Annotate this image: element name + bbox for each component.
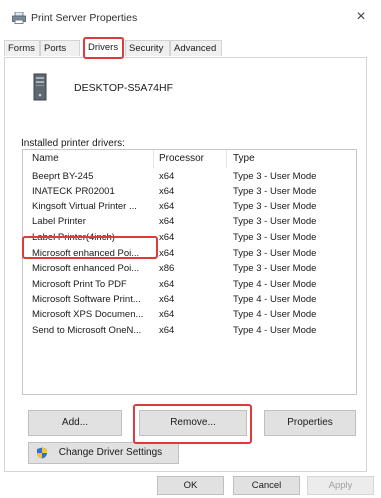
driver-type: Type 4 - User Mode	[233, 294, 317, 305]
driver-processor: x64	[159, 186, 175, 197]
driver-name: Microsoft enhanced Poi...	[32, 263, 140, 274]
driver-name: INATECK PR02001	[32, 186, 115, 197]
drivers-list[interactable]: Name Processor Type Beeprt BY-245 x64 Ty…	[22, 149, 357, 395]
driver-processor: x64	[159, 325, 175, 336]
driver-name: Label Printer	[32, 216, 86, 227]
ok-button[interactable]: OK	[157, 476, 224, 495]
driver-name: Microsoft XPS Documen...	[32, 309, 144, 320]
properties-button[interactable]: Properties	[264, 410, 356, 436]
tab-advanced[interactable]: Advanced	[170, 40, 222, 56]
driver-type: Type 4 - User Mode	[233, 325, 317, 336]
driver-type: Type 3 - User Mode	[233, 171, 317, 182]
driver-processor: x64	[159, 294, 175, 305]
column-header-name[interactable]: Name	[32, 153, 59, 164]
driver-name: Microsoft Print To PDF	[32, 279, 127, 290]
driver-name: Kingsoft Virtual Printer ...	[32, 201, 137, 212]
column-header-type[interactable]: Type	[233, 153, 255, 164]
annotation-box-drivers-tab	[83, 37, 124, 59]
driver-row[interactable]: Microsoft Software Print... x64 Type 4 -…	[23, 293, 356, 308]
close-button[interactable]: ×	[349, 6, 373, 28]
driver-processor: x86	[159, 263, 175, 274]
driver-name: Send to Microsoft OneN...	[32, 325, 142, 336]
column-header-processor[interactable]: Processor	[159, 153, 204, 164]
driver-type: Type 3 - User Mode	[233, 201, 317, 212]
list-header: Name Processor Type	[23, 150, 356, 168]
driver-row[interactable]: Microsoft XPS Documen... x64 Type 4 - Us…	[23, 308, 356, 323]
installed-drivers-label: Installed printer drivers:	[21, 138, 125, 149]
driver-processor: x64	[159, 248, 175, 259]
change-driver-settings-button[interactable]: Change Driver Settings	[28, 442, 179, 464]
tab-security[interactable]: Security	[125, 40, 170, 56]
driver-row[interactable]: Microsoft enhanced Poi... x86 Type 3 - U…	[23, 262, 356, 277]
driver-type: Type 4 - User Mode	[233, 279, 317, 290]
driver-row[interactable]: Kingsoft Virtual Printer ... x64 Type 3 …	[23, 200, 356, 215]
driver-row[interactable]: Beeprt BY-245 x64 Type 3 - User Mode	[23, 170, 356, 185]
cancel-button[interactable]: Cancel	[233, 476, 300, 495]
driver-type: Type 3 - User Mode	[233, 263, 317, 274]
driver-row[interactable]: Label Printer x64 Type 3 - User Mode	[23, 215, 356, 230]
server-name: DESKTOP-S5A74HF	[74, 82, 174, 94]
driver-processor: x64	[159, 279, 175, 290]
apply-button[interactable]: Apply	[307, 476, 374, 495]
driver-row[interactable]: Microsoft Print To PDF x64 Type 4 - User…	[23, 278, 356, 293]
window-title: Print Server Properties	[31, 12, 138, 24]
driver-processor: x64	[159, 216, 175, 227]
driver-type: Type 4 - User Mode	[233, 309, 317, 320]
change-driver-settings-label: Change Driver Settings	[58, 447, 163, 458]
driver-row[interactable]: INATECK PR02001 x64 Type 3 - User Mode	[23, 185, 356, 200]
driver-processor: x64	[159, 309, 175, 320]
driver-type: Type 3 - User Mode	[233, 186, 317, 197]
add-button[interactable]: Add...	[28, 410, 122, 436]
title-bar: Print Server Properties ×	[0, 0, 381, 36]
column-divider[interactable]	[226, 150, 227, 168]
computer-tower-icon	[33, 73, 47, 101]
tab-forms[interactable]: Forms	[4, 40, 40, 56]
driver-processor: x64	[159, 171, 175, 182]
annotation-box-selected-driver	[22, 236, 158, 259]
driver-row[interactable]: Send to Microsoft OneN... x64 Type 4 - U…	[23, 324, 356, 339]
driver-name: Beeprt BY-245	[32, 171, 94, 182]
printer-icon	[12, 12, 26, 24]
driver-type: Type 3 - User Mode	[233, 232, 317, 243]
annotation-box-remove-button	[133, 404, 252, 444]
driver-type: Type 3 - User Mode	[233, 248, 317, 259]
driver-type: Type 3 - User Mode	[233, 216, 317, 227]
column-divider[interactable]	[153, 150, 154, 168]
uac-shield-icon	[37, 447, 47, 459]
driver-processor: x64	[159, 232, 175, 243]
driver-name: Microsoft Software Print...	[32, 294, 141, 305]
driver-processor: x64	[159, 201, 175, 212]
tab-ports[interactable]: Ports	[40, 40, 80, 56]
